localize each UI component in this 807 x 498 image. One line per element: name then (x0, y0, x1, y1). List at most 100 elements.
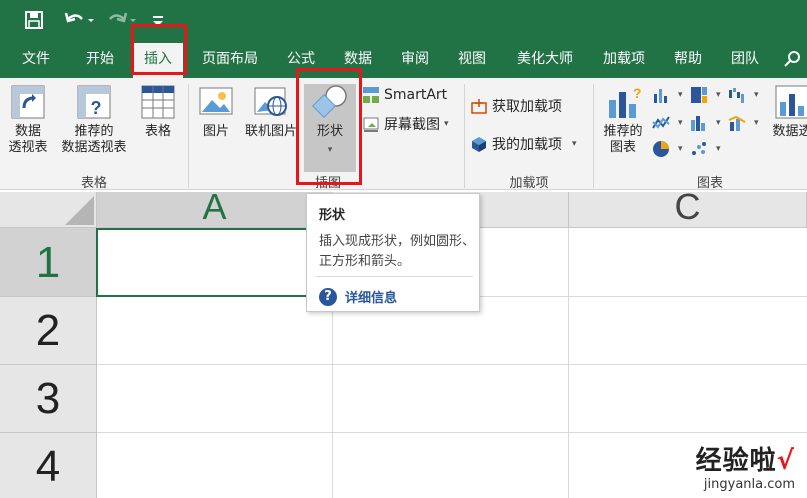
combo-chart-dropdown-icon: ▾ (754, 118, 759, 128)
gridline (97, 364, 807, 365)
get-addins-label: 获取加载项 (492, 99, 562, 115)
pie-chart-button[interactable]: ▾ (652, 140, 683, 158)
screenshot-button[interactable]: 屏幕截图 ▾ (362, 114, 449, 134)
statistic-chart-icon (691, 116, 705, 131)
recommended-pivot-button[interactable]: ? 推荐的 数据透视表 (56, 84, 132, 156)
tooltip-description: 插入现成形状，例如圆形、正方形和箭头。 (319, 234, 476, 269)
shapes-button[interactable]: 形状 ▾ (304, 84, 356, 172)
column-chart-button[interactable]: ▾ (652, 86, 683, 104)
tab-team[interactable]: 团队 (720, 40, 770, 78)
tooltip-help-link[interactable]: ? 详细信息 (319, 287, 397, 306)
my-addins-button[interactable]: 我的加载项 ▾ (470, 134, 577, 154)
help-icon: ? (319, 287, 337, 306)
table-label: 表格 (144, 124, 171, 139)
group-label-illustrations: 插图 (314, 176, 341, 191)
hierarchy-chart-button[interactable]: ▾ (690, 86, 721, 104)
select-all-corner[interactable] (0, 192, 97, 228)
undo-icon[interactable] (60, 6, 98, 34)
watermark-url: jingyanla.com (703, 477, 795, 492)
hierarchy-chart-icon (691, 87, 707, 103)
pivot-table-button[interactable]: 数据 透视表 (4, 84, 52, 156)
combo-chart-icon (728, 115, 746, 131)
svg-text:?: ? (633, 85, 641, 101)
table-icon (141, 85, 175, 119)
row-header-4[interactable]: 4 (0, 433, 97, 498)
pivot-chart-button[interactable]: 数据透 (762, 84, 807, 140)
pivot-chart-label: 数据透 (772, 124, 807, 139)
pivot-chart-icon (775, 85, 807, 119)
online-picture-label: 联机图片 (244, 124, 297, 139)
tell-me-search-icon[interactable] (780, 40, 806, 78)
my-addins-icon (472, 137, 486, 152)
tooltip-help-label: 详细信息 (345, 291, 398, 306)
tab-data[interactable]: 数据 (333, 40, 383, 78)
svg-text:?: ? (91, 98, 102, 118)
waterfall-chart-dropdown-icon: ▾ (754, 90, 759, 100)
line-chart-icon (652, 116, 670, 129)
tab-help[interactable]: 帮助 (663, 40, 713, 78)
row-header-1[interactable]: 1 (0, 228, 97, 297)
recommended-charts-button[interactable]: ? 推荐的 图表 (598, 84, 648, 156)
tab-review[interactable]: 审阅 (390, 40, 440, 78)
save-icon[interactable] (20, 6, 48, 34)
shapes-label: 形状 (316, 124, 343, 139)
smartart-button[interactable]: SmartArt (362, 86, 447, 104)
pivot-table-icon (11, 85, 45, 119)
ribbon-tabs: 文件 开始 插入 页面布局 公式 数据 审阅 视图 美化大师 加载项 帮助 团队 (0, 40, 807, 78)
tab-formulas[interactable]: 公式 (276, 40, 326, 78)
shapes-icon (312, 85, 347, 119)
watermark-text: 经验啦 (695, 446, 777, 476)
tab-file[interactable]: 文件 (8, 40, 64, 78)
scatter-chart-dropdown-icon: ▾ (716, 144, 721, 154)
my-addins-label: 我的加载项 (492, 137, 562, 153)
tab-page-layout[interactable]: 页面布局 (192, 40, 268, 78)
statistic-chart-button[interactable]: ▾ (690, 114, 721, 132)
online-picture-button[interactable]: 联机图片 (240, 84, 302, 140)
recommended-charts-label: 推荐的 图表 (603, 124, 643, 155)
screenshot-icon (363, 117, 379, 132)
pie-chart-dropdown-icon: ▾ (678, 144, 683, 154)
tab-home[interactable]: 开始 (72, 40, 128, 78)
line-chart-button[interactable]: ▾ (652, 114, 683, 132)
group-label-charts: 图表 (696, 176, 723, 191)
active-cell-a1[interactable] (96, 228, 333, 297)
shapes-tooltip: 形状 插入现成形状，例如圆形、正方形和箭头。 ? 详细信息 (306, 193, 480, 312)
redo-icon[interactable] (104, 6, 142, 34)
customize-icon[interactable] (150, 6, 166, 34)
waterfall-chart-icon (729, 88, 744, 103)
column-header-c[interactable]: C (569, 192, 807, 228)
group-separator (188, 84, 189, 188)
combo-chart-button[interactable]: ▾ (728, 114, 759, 132)
waterfall-chart-button[interactable]: ▾ (728, 86, 759, 104)
get-addins-button[interactable]: 获取加载项 (470, 96, 562, 116)
group-label-tables: 表格 (80, 176, 107, 191)
picture-label: 图片 (202, 124, 229, 139)
tab-insert[interactable]: 插入 (133, 43, 183, 78)
row-header-2[interactable]: 2 (0, 297, 97, 365)
tooltip-title: 形状 (319, 208, 346, 223)
tab-view[interactable]: 视图 (447, 40, 497, 78)
hierarchy-chart-dropdown-icon: ▾ (716, 90, 721, 100)
scatter-chart-button[interactable]: ▾ (690, 140, 721, 158)
row-header-3[interactable]: 3 (0, 365, 97, 433)
screenshot-dropdown-icon: ▾ (444, 119, 449, 129)
statistic-chart-dropdown-icon: ▾ (716, 118, 721, 128)
title-bar (0, 0, 807, 40)
recommended-pivot-icon: ? (77, 85, 111, 119)
scatter-chart-icon (692, 142, 706, 155)
recommended-charts-icon: ? (609, 85, 641, 118)
table-button[interactable]: 表格 (136, 84, 180, 140)
column-header-a[interactable]: A (97, 192, 333, 228)
tooltip-divider (315, 276, 473, 277)
pivot-table-label: 数据 透视表 (8, 124, 48, 155)
group-label-addins: 加载项 (509, 176, 549, 191)
recommended-pivot-label: 推荐的 数据透视表 (61, 124, 127, 155)
pie-chart-icon (653, 141, 669, 157)
tab-addins[interactable]: 加载项 (593, 40, 655, 78)
picture-button[interactable]: 图片 (194, 84, 238, 140)
tab-beautify-master[interactable]: 美化大师 (505, 40, 585, 78)
gridline (568, 228, 569, 498)
gridline (97, 432, 807, 433)
smartart-label: SmartArt (384, 87, 448, 103)
watermark: 经验啦√ jingyanla.com (696, 440, 795, 492)
